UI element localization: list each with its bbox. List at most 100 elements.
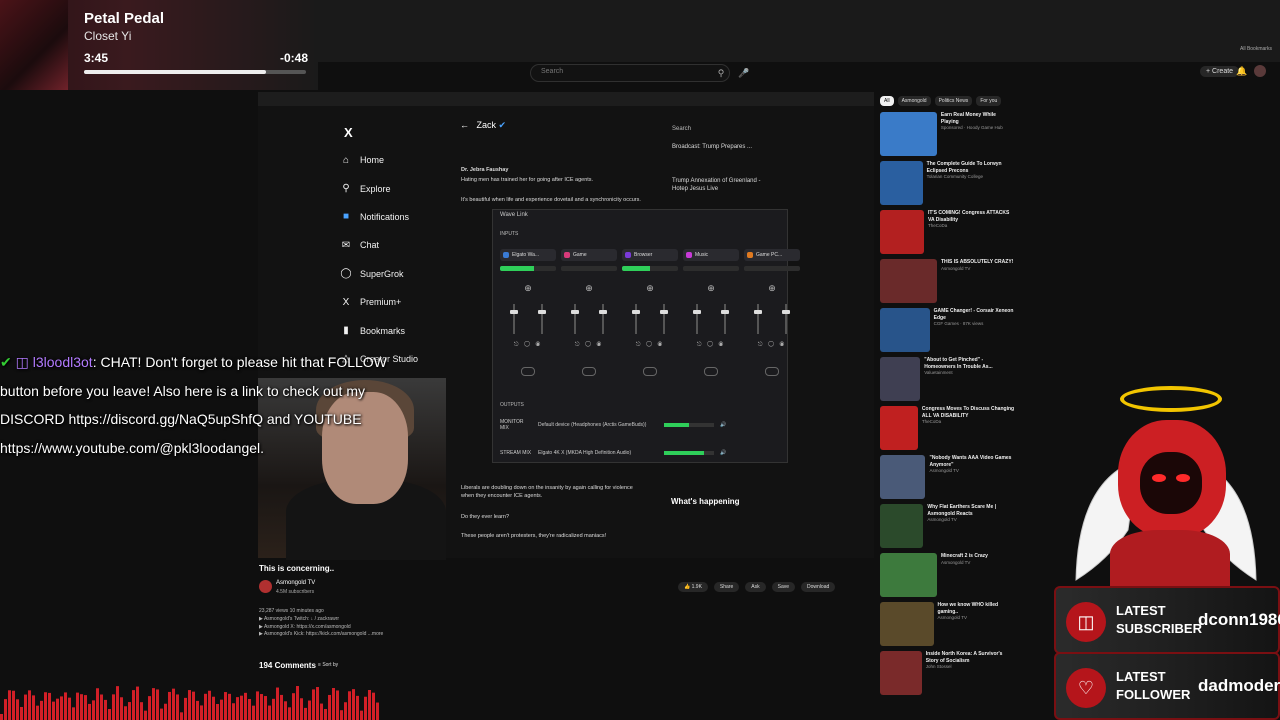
fader[interactable] (782, 304, 790, 334)
recommendation-thumbnail[interactable] (880, 210, 924, 254)
recommendation-item[interactable]: "About to Get Pinched" - Homeowners In T… (880, 357, 1015, 405)
ask-button[interactable]: Ask (745, 582, 766, 592)
channel-settings-icon[interactable]: ⊕ (622, 283, 678, 294)
sort-by-button[interactable]: ≡ Sort by (318, 662, 338, 668)
fader[interactable] (632, 304, 640, 334)
recommendation-item[interactable]: IT'S COMING! Congress ATTACKS VA Disabil… (880, 210, 1015, 258)
toggle-switch[interactable] (765, 367, 779, 376)
all-bookmarks-button[interactable]: All Bookmarks (1240, 46, 1272, 52)
mixer-channel[interactable]: Browser ⊕ ⎋ ◯ ◉ (622, 249, 678, 389)
fader[interactable] (754, 304, 762, 334)
mixer-channel[interactable]: Game PC... ⊕ ⎋ ◯ ◉ (744, 249, 800, 389)
recommendation-thumbnail[interactable] (880, 308, 930, 352)
toggle-switch[interactable] (521, 367, 535, 376)
recommendation-thumbnail[interactable] (880, 112, 937, 156)
fader[interactable] (571, 304, 579, 334)
x-nav-supergrok[interactable]: ◯ SuperGrok (340, 260, 450, 288)
channel-name[interactable]: Asmongold TV (276, 580, 315, 586)
recommendation-thumbnail[interactable] (880, 161, 923, 205)
recommendation-title[interactable]: "About to Get Pinched" - Homeowners In T… (924, 357, 1015, 370)
x-nav-chat[interactable]: ✉ Chat (340, 231, 450, 259)
recommendation-item[interactable]: How we know WHO killed gaming.. Asmongold… (880, 602, 1015, 650)
output-device[interactable]: Default device (Headphones (Arctis GameB… (538, 422, 658, 428)
channel-settings-icon[interactable]: ⊕ (744, 283, 800, 294)
chip-politics-news[interactable]: Politics News (934, 96, 973, 106)
news-item[interactable]: Broadcast: Trump Prepares ... (672, 143, 752, 151)
recommendation-item[interactable]: Inside North Korea: A Survivor's Story o… (880, 651, 1015, 699)
toggle-switch[interactable] (643, 367, 657, 376)
recommendation-title[interactable]: Congress Moves To Discuss Changing ALL V… (922, 406, 1015, 419)
channel-header[interactable]: Browser (622, 249, 678, 261)
fader[interactable] (693, 304, 701, 334)
search-input[interactable]: Search (530, 64, 730, 82)
recommendation-title[interactable]: GAME Changer! - Corsair Xeneon Edge (934, 308, 1015, 321)
fader[interactable] (538, 304, 546, 334)
recommendation-item[interactable]: Why Flat Earthers Scare Me | Asmongold R… (880, 504, 1015, 552)
mixer-channel[interactable]: Game ⊕ ⎋ ◯ ◉ (561, 249, 617, 389)
chip-for-you[interactable]: For you (976, 96, 1002, 106)
channel-avatar[interactable] (259, 580, 272, 593)
recommendation-thumbnail[interactable] (880, 602, 934, 646)
fader[interactable] (510, 304, 518, 334)
recommendation-item[interactable]: THIS IS ABSOLUTELY CRAZY! Asmongold TV (880, 259, 1015, 307)
recommendation-thumbnail[interactable] (880, 455, 926, 499)
channel-toggle[interactable] (683, 363, 739, 381)
volume-icon[interactable]: 🔊 (720, 450, 726, 456)
recommendation-title[interactable]: The Complete Guide To Lorwyn Eclipsed Pr… (927, 161, 1015, 174)
chip-asmongold[interactable]: Asmongold (897, 96, 931, 106)
recommendation-title[interactable]: THIS IS ABSOLUTELY CRAZY! (941, 259, 1013, 266)
recommendation-thumbnail[interactable] (880, 357, 921, 401)
recommendation-title[interactable]: Minecraft 2 is Crazy (941, 553, 988, 560)
chip-all[interactable]: All (880, 96, 894, 106)
x-nav-explore[interactable]: ⚲ Explore (340, 174, 450, 202)
video-description[interactable]: 23,287 views 10 minutes ago ▶ Asmongold'… (259, 608, 619, 639)
channel-faders[interactable] (683, 304, 739, 334)
recommendation-title[interactable]: "Nobody Wants AAA Video Games Anymore" (929, 455, 1015, 468)
channel-header[interactable]: Music (683, 249, 739, 261)
create-button[interactable]: + Create (1200, 66, 1240, 77)
recommendation-thumbnail[interactable] (880, 406, 918, 450)
channel-faders[interactable] (622, 304, 678, 334)
stream-mix-row[interactable]: STREAM MIX Elgato 4K X (MKDA High Defini… (500, 446, 780, 460)
x-nav-bookmarks[interactable]: ▮ Bookmarks (340, 316, 450, 344)
toggle-switch[interactable] (582, 367, 596, 376)
channel-header[interactable]: Game PC... (744, 249, 800, 261)
monitor-mix-row[interactable]: MONITOR MIX Default device (Headphones (… (500, 418, 780, 432)
volume-icon[interactable]: 🔊 (720, 422, 726, 428)
microphone-icon[interactable]: 🎤 (736, 64, 752, 82)
mixer-channel[interactable]: Elgato Wa... ⊕ ⎋ ◯ ◉ (500, 249, 556, 389)
download-button[interactable]: Download (801, 582, 836, 592)
x-nav-premium[interactable]: X Premium+ (340, 288, 450, 316)
recommendation-thumbnail[interactable] (880, 259, 937, 303)
channel-toggle[interactable] (500, 363, 556, 381)
notifications-bell-icon[interactable]: 🔔 (1236, 66, 1247, 77)
fader[interactable] (660, 304, 668, 334)
channel-controls[interactable]: ⎋ ◯ ◉ (744, 342, 800, 349)
channel-controls[interactable]: ⎋ ◯ ◉ (561, 342, 617, 349)
channel-settings-icon[interactable]: ⊕ (500, 283, 556, 294)
recommendation-title[interactable]: How we know WHO killed gaming.. (938, 602, 1015, 615)
channel-toggle[interactable] (622, 363, 678, 381)
recommendation-title[interactable]: Earn Real Money While Playing (941, 112, 1015, 125)
recommendation-thumbnail[interactable] (880, 651, 922, 695)
x-nav-home[interactable]: ⌂ Home (340, 146, 450, 174)
save-button[interactable]: Save (771, 582, 796, 592)
channel-header[interactable]: Elgato Wa... (500, 249, 556, 261)
recommendation-item[interactable]: The Complete Guide To Lorwyn Eclipsed Pr… (880, 161, 1015, 209)
channel-controls[interactable]: ⎋ ◯ ◉ (683, 342, 739, 349)
channel-faders[interactable] (500, 304, 556, 334)
like-button[interactable]: 👍 1.9K (678, 582, 708, 592)
channel-settings-icon[interactable]: ⊕ (683, 283, 739, 294)
account-avatar[interactable] (1254, 65, 1266, 77)
fader[interactable] (599, 304, 607, 334)
recommendation-item[interactable]: Earn Real Money While Playing Sponsored ·… (880, 112, 1015, 160)
channel-controls[interactable]: ⎋ ◯ ◉ (500, 342, 556, 349)
channel-toggle[interactable] (744, 363, 800, 381)
recommendation-thumbnail[interactable] (880, 553, 937, 597)
recommendation-item[interactable]: Minecraft 2 is Crazy Asmongold TV (880, 553, 1015, 601)
recommendation-item[interactable]: "Nobody Wants AAA Video Games Anymore" As… (880, 455, 1015, 503)
channel-faders[interactable] (744, 304, 800, 334)
channel-settings-icon[interactable]: ⊕ (561, 283, 617, 294)
channel-faders[interactable] (561, 304, 617, 334)
mixer-channel[interactable]: Music ⊕ ⎋ ◯ ◉ (683, 249, 739, 389)
